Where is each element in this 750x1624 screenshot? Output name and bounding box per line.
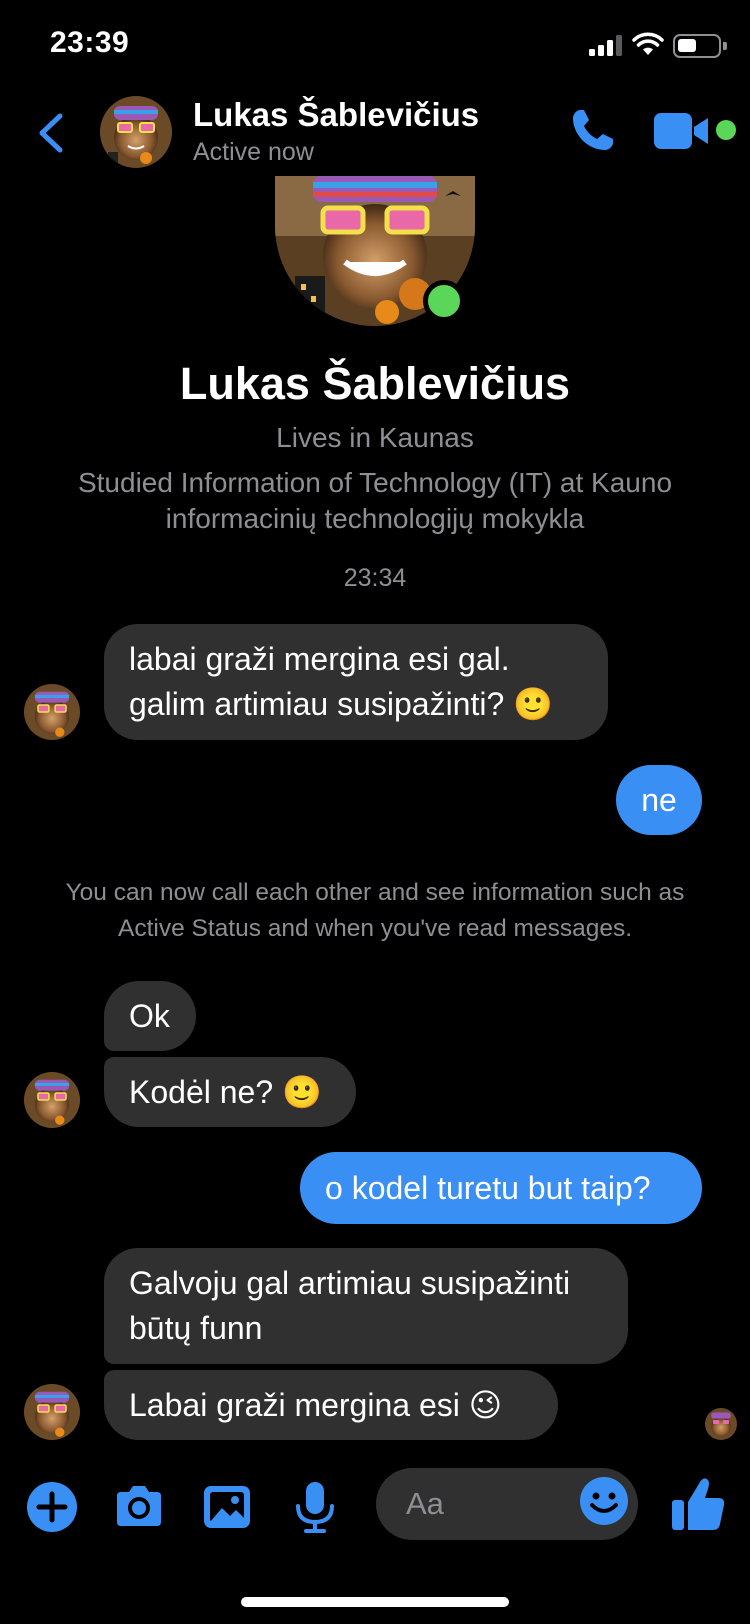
home-indicator <box>241 1597 509 1607</box>
profile-lives-in: Lives in Kaunas <box>276 422 474 453</box>
sender-avatar[interactable] <box>24 684 80 740</box>
header-contact-name[interactable]: Lukas Šablevičius <box>193 96 479 134</box>
outgoing-message[interactable]: ne <box>616 765 702 835</box>
cellular-signal-icon <box>589 34 623 56</box>
emoji-icon[interactable] <box>578 1475 630 1527</box>
read-receipt-avatar <box>705 1408 737 1440</box>
incoming-message[interactable]: Kodėl ne? 🙂 <box>104 1057 356 1127</box>
video-online-dot <box>716 120 736 140</box>
contact-avatar[interactable] <box>100 96 172 168</box>
sender-avatar[interactable] <box>24 1384 80 1440</box>
header-active-status: Active now <box>193 138 314 166</box>
online-indicator <box>423 280 465 322</box>
message-text: Labai graži mergina esi 😉 <box>129 1386 503 1423</box>
video-camera-icon[interactable] <box>652 109 712 153</box>
message-text: ne <box>641 781 677 818</box>
profile-education: Studied Information of Technology (IT) a… <box>77 467 673 534</box>
message-text: labai graži mergina esi gal. galim artim… <box>129 641 553 722</box>
message-input[interactable] <box>406 1468 566 1540</box>
incoming-message[interactable]: Labai graži mergina esi 😉 <box>104 1370 558 1440</box>
profile-avatar-container <box>275 176 475 326</box>
conversation-timestamp: 23:34 <box>343 564 407 592</box>
outgoing-message[interactable]: o kodel turetu but taip? <box>300 1152 702 1224</box>
message-text: o kodel turetu but taip? <box>325 1169 651 1206</box>
message-composer <box>0 1460 750 1552</box>
incoming-message[interactable]: labai graži mergina esi gal. galim artim… <box>104 624 608 740</box>
system-notice: You can now call each other and see info… <box>65 879 685 942</box>
battery-icon <box>673 34 727 58</box>
sender-avatar[interactable] <box>24 1072 80 1128</box>
wifi-icon <box>632 32 664 55</box>
camera-icon[interactable] <box>112 1480 166 1534</box>
thumbs-up-icon[interactable] <box>670 1474 726 1532</box>
microphone-icon[interactable] <box>288 1480 342 1534</box>
message-text: Galvoju gal artimiau susipažinti būtų fu… <box>129 1265 571 1346</box>
incoming-message[interactable]: Galvoju gal artimiau susipažinti būtų fu… <box>104 1248 628 1364</box>
photo-icon[interactable] <box>200 1480 254 1534</box>
status-time: 23:39 <box>50 26 130 59</box>
phone-icon[interactable] <box>568 105 618 155</box>
message-text: Kodėl ne? 🙂 <box>129 1073 322 1110</box>
incoming-message[interactable]: Ok <box>104 981 196 1051</box>
profile-name: Lukas Šablevičius <box>179 358 571 409</box>
message-text: Ok <box>129 997 170 1034</box>
chat-header: Lukas Šablevičius Active now <box>0 90 750 180</box>
back-chevron-icon[interactable] <box>32 108 72 158</box>
status-bar: 23:39 <box>0 0 750 90</box>
plus-icon[interactable] <box>25 1480 79 1534</box>
